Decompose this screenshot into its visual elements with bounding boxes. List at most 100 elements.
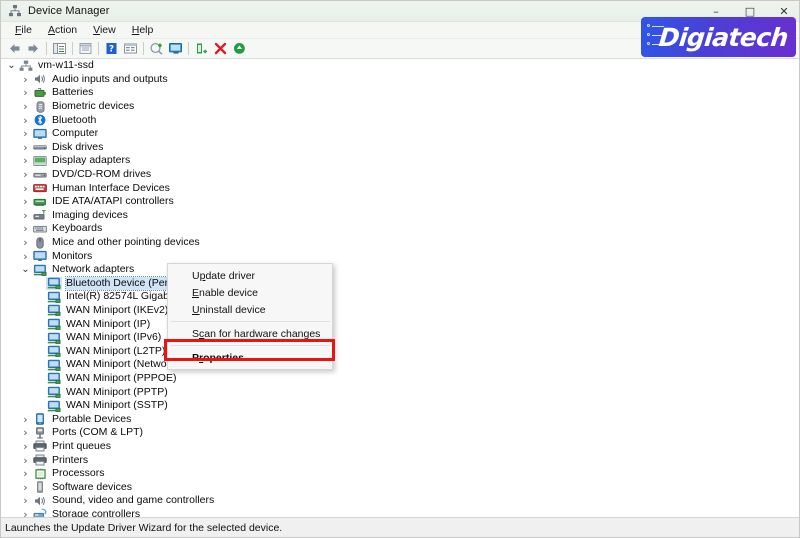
tree-item-label: WAN Miniport (L2TP)	[66, 344, 166, 357]
tree-category-row[interactable]: › Biometric devices	[1, 100, 799, 114]
tree-device-row[interactable]: WAN Miniport (IP)	[1, 317, 799, 331]
monitor-icon	[32, 127, 48, 140]
chevron-right-icon[interactable]: ›	[19, 468, 32, 479]
chevron-right-icon[interactable]: ›	[19, 495, 32, 506]
network-adapter-icon	[46, 345, 62, 358]
tree-item-label: Printers	[52, 453, 89, 466]
chevron-right-icon[interactable]: ›	[19, 482, 32, 493]
context-menu-item-enable-device[interactable]: Enable device	[168, 284, 332, 301]
chevron-right-icon[interactable]: ›	[19, 210, 32, 221]
chevron-right-icon[interactable]: ›	[19, 251, 32, 262]
context-menu-item-update-driver[interactable]: Up date driver	[168, 267, 332, 284]
chevron-right-icon[interactable]: ›	[19, 427, 32, 438]
update-driver-icon[interactable]	[147, 40, 166, 58]
enable-device-icon[interactable]	[230, 40, 249, 58]
chevron-right-icon[interactable]: ›	[19, 87, 32, 98]
tree-item-label: DVD/CD-ROM drives	[52, 168, 152, 181]
forward-icon[interactable]	[24, 40, 43, 58]
tree-category-row[interactable]: › Monitors	[1, 249, 799, 263]
tree-category-row[interactable]: › Batteries	[1, 86, 799, 100]
tree-category-row[interactable]: › Computer	[1, 127, 799, 141]
context-menu-item-properties[interactable]: Pr operties	[168, 349, 332, 366]
tree-device-row[interactable]: WAN Miniport (IPv6)	[1, 331, 799, 345]
tree-item-label: Audio inputs and outputs	[52, 72, 168, 85]
toolbar-separator	[98, 42, 99, 55]
chevron-right-icon[interactable]: ›	[19, 196, 32, 207]
chevron-right-icon[interactable]: ›	[19, 169, 32, 180]
tree-device-row[interactable]: WAN Miniport (IKEv2)	[1, 303, 799, 318]
tree-category-row[interactable]: › Audio inputs and outputs	[1, 72, 799, 87]
tree-device-row[interactable]: WAN Miniport (SSTP)	[1, 399, 799, 413]
chevron-down-icon[interactable]: ⌄	[5, 60, 18, 70]
tree-category-row[interactable]: › Print queues	[1, 440, 799, 454]
help-icon[interactable]: ?	[102, 40, 121, 58]
scan-for-hardware-changes-icon[interactable]	[166, 40, 185, 58]
chevron-right-icon[interactable]: ›	[19, 142, 32, 153]
tree-device-row[interactable]: Intel(R) 82574L Gigabit Network Connecti…	[1, 290, 799, 304]
tree-item-label: Portable Devices	[52, 412, 132, 425]
menu-file[interactable]: File	[7, 23, 40, 37]
tree-device-row[interactable]: WAN Miniport (PPPOE)	[1, 371, 799, 386]
tree-category-row[interactable]: › Sound, video and game controllers	[1, 494, 799, 508]
chevron-right-icon[interactable]: ›	[19, 441, 32, 452]
chevron-right-icon[interactable]: ›	[19, 414, 32, 425]
chevron-right-icon[interactable]: ›	[19, 115, 32, 126]
optical-drive-icon	[32, 168, 48, 181]
chevron-right-icon[interactable]: ›	[19, 74, 32, 85]
tree-category-row[interactable]: › Human Interface Devices	[1, 181, 799, 195]
speaker-icon	[32, 73, 48, 86]
speaker-icon	[32, 494, 48, 507]
tree-device-row[interactable]: WAN Miniport (L2TP)	[1, 344, 799, 358]
tree-device-row[interactable]: WAN Miniport (PPTP)	[1, 385, 799, 399]
tree-category-row[interactable]: › Keyboards	[1, 222, 799, 236]
svg-text:?: ?	[109, 45, 114, 55]
tree-device-row[interactable]: Bluetooth Device (Personal Area Network)	[1, 275, 799, 291]
device-tree[interactable]: ⌄ vm-w11-ssd › Audio inputs and outputs › Bat…	[1, 59, 799, 518]
tree-category-row[interactable]: › Imaging devices	[1, 209, 799, 223]
uninstall-device-icon[interactable]	[192, 40, 211, 58]
chevron-right-icon[interactable]: ›	[19, 237, 32, 248]
tree-category-row[interactable]: ⌄ Network adapters	[1, 263, 799, 277]
tree-item-label: WAN Miniport (IKEv2)	[66, 303, 169, 316]
tree-item-label: WAN Miniport (PPPOE)	[66, 371, 177, 384]
tree-category-row[interactable]: › IDE ATA/ATAPI controllers	[1, 195, 799, 209]
context-menu-item-uninstall-device[interactable]: Uninstall device	[168, 301, 332, 318]
tree-category-row[interactable]: › Ports (COM & LPT)	[1, 426, 799, 440]
chevron-right-icon[interactable]: ›	[19, 183, 32, 194]
tree-category-row[interactable]: › Processors	[1, 467, 799, 481]
properties-icon[interactable]	[76, 40, 95, 58]
context-menu[interactable]: Up date driver Enable device Uninstall devi…	[167, 263, 333, 370]
back-icon[interactable]	[5, 40, 24, 58]
disable-device-icon[interactable]	[211, 40, 230, 58]
tree-category-row[interactable]: › Printers	[1, 453, 799, 467]
chevron-right-icon[interactable]: ›	[19, 101, 32, 112]
tree-category-row[interactable]: › Display adapters	[1, 154, 799, 168]
tree-category-row[interactable]: › Software devices	[1, 480, 799, 494]
context-menu-item-scan-for-hardware-changes[interactable]: Sc an for hardware changes	[168, 325, 332, 342]
printer-icon	[32, 454, 48, 467]
tree-category-row[interactable]: › Mice and other pointing devices	[1, 236, 799, 250]
chevron-right-icon[interactable]: ›	[19, 128, 32, 139]
imaging-icon	[32, 209, 48, 222]
tree-category-row[interactable]: › DVD/CD-ROM drives	[1, 168, 799, 182]
chevron-right-icon[interactable]: ›	[19, 155, 32, 166]
tree-root-node[interactable]: ⌄ vm-w11-ssd	[1, 59, 799, 73]
menu-help[interactable]: Help	[124, 23, 162, 37]
network-adapter-icon	[32, 263, 48, 276]
network-adapter-icon	[46, 358, 62, 371]
menu-action[interactable]: Action	[40, 23, 85, 37]
tree-item-label: Display adapters	[52, 154, 131, 167]
view-devices-by-type-icon[interactable]	[121, 40, 140, 58]
show-hide-console-tree-icon[interactable]	[50, 40, 69, 58]
chevron-right-icon[interactable]: ›	[19, 455, 32, 466]
tree-category-row[interactable]: › Disk drives	[1, 141, 799, 155]
network-adapter-icon	[46, 276, 62, 290]
menu-view[interactable]: View	[85, 23, 124, 37]
tree-category-row[interactable]: › Portable Devices	[1, 412, 799, 426]
status-text: Launches the Update Driver Wizard for th…	[5, 521, 283, 534]
port-icon	[32, 426, 48, 439]
tree-device-row[interactable]: WAN Miniport (Network Monitor)	[1, 358, 799, 372]
chevron-down-icon[interactable]: ⌄	[19, 264, 32, 274]
chevron-right-icon[interactable]: ›	[19, 223, 32, 234]
tree-category-row[interactable]: › Bluetooth	[1, 113, 799, 127]
